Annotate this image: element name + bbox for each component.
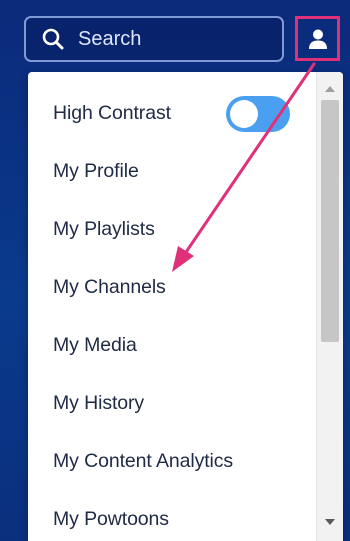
scroll-up-arrow-icon[interactable]: [325, 86, 335, 92]
menu-item-my-channels[interactable]: My Channels: [53, 276, 166, 299]
menu-item-my-content-analytics[interactable]: My Content Analytics: [53, 450, 233, 473]
user-menu-button[interactable]: [295, 16, 340, 61]
user-dropdown-menu: High Contrast My Profile My Playlists My…: [28, 72, 343, 541]
user-icon: [307, 28, 329, 50]
scroll-thumb[interactable]: [321, 100, 339, 342]
menu-item-my-profile[interactable]: My Profile: [53, 160, 139, 183]
menu-item-my-playlists[interactable]: My Playlists: [53, 218, 155, 241]
menu-item-high-contrast[interactable]: High Contrast: [53, 102, 171, 125]
search-box[interactable]: [24, 16, 284, 62]
search-input[interactable]: [76, 26, 250, 52]
menu-item-my-media[interactable]: My Media: [53, 334, 137, 357]
menu-item-my-powtoons[interactable]: My Powtoons: [53, 508, 169, 531]
app-header-area: High Contrast My Profile My Playlists My…: [0, 0, 350, 541]
search-icon: [42, 28, 64, 50]
high-contrast-toggle[interactable]: [226, 96, 290, 132]
scroll-down-arrow-icon[interactable]: [325, 519, 335, 525]
menu-item-my-history[interactable]: My History: [53, 392, 144, 415]
toggle-knob: [230, 100, 258, 128]
menu-scrollbar[interactable]: [316, 72, 343, 541]
